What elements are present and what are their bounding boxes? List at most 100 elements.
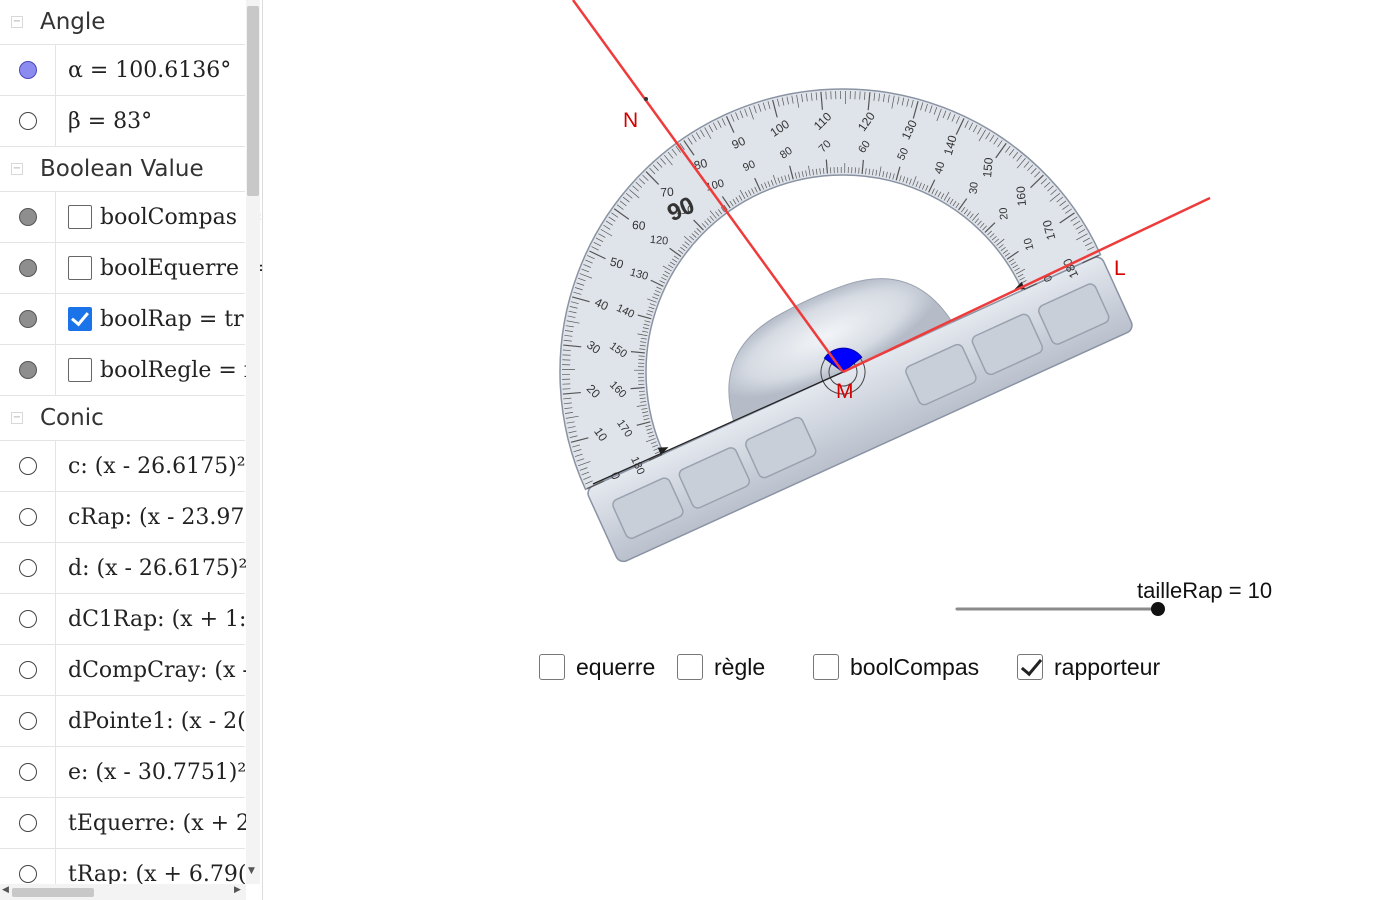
- algebra-row-text[interactable]: dPointe1: (x - 2(: [68, 709, 246, 734]
- algebra-row-boolrap[interactable]: boolRap = tr: [0, 294, 245, 345]
- visibility-dot-icon[interactable]: [18, 814, 37, 832]
- graphics-view[interactable]: 0 180 10 170 20 160 30 150 40 140 50 130 60 120 70 110 8…: [263, 0, 1400, 900]
- visibility-dot-icon[interactable]: [18, 112, 37, 130]
- group-title: Angle: [40, 9, 106, 35]
- checkbox-label[interactable]: rapporteur: [1054, 654, 1160, 681]
- visibility-toggle[interactable]: [0, 543, 56, 593]
- label-m: M: [836, 380, 854, 403]
- bool-checkbox[interactable]: [68, 205, 92, 229]
- visibility-toggle[interactable]: [0, 696, 56, 746]
- algebra-row-text[interactable]: dC1Rap: (x + 1:: [68, 607, 246, 632]
- group-header-conic[interactable]: − Conic: [0, 396, 245, 441]
- algebra-row-conic[interactable]: dCompCray: (x -: [0, 645, 250, 696]
- checkbox-boolcompas[interactable]: boolCompas: [813, 652, 979, 682]
- visibility-dot-icon[interactable]: [18, 361, 37, 379]
- scroll-down-arrow-icon[interactable]: ▼: [248, 866, 255, 876]
- algebra-row-conic[interactable]: c: (x - 26.6175)²: [0, 441, 246, 492]
- group-title: Boolean Value: [40, 156, 204, 182]
- checkbox-label[interactable]: boolCompas: [850, 654, 979, 681]
- visibility-dot-icon[interactable]: [18, 559, 37, 577]
- algebra-row-conic[interactable]: tEquerre: (x + 2: [0, 798, 250, 849]
- checkbox-label[interactable]: equerre: [576, 654, 655, 681]
- algebra-row-conic[interactable]: dC1Rap: (x + 1:: [0, 594, 246, 645]
- visibility-dot-icon[interactable]: [18, 259, 37, 277]
- label-n: N: [623, 109, 638, 132]
- scroll-left-arrow-icon[interactable]: ◀: [2, 885, 9, 895]
- scale-label: 20: [998, 207, 1011, 220]
- visibility-toggle[interactable]: [0, 96, 56, 146]
- algebra-row-text[interactable]: tEquerre: (x + 2: [68, 811, 250, 836]
- algebra-row-text[interactable]: cRap: (x - 23.97: [68, 505, 244, 530]
- algebra-row-boolregle[interactable]: boolRegle = f: [0, 345, 252, 396]
- algebra-row-text[interactable]: boolRap = tr: [100, 307, 244, 332]
- bool-checkbox[interactable]: [68, 358, 92, 382]
- group-header-boolean[interactable]: − Boolean Value: [0, 147, 245, 192]
- algebra-row-text[interactable]: d: (x - 26.6175)²: [68, 556, 247, 581]
- visibility-toggle[interactable]: [0, 645, 56, 695]
- collapse-icon[interactable]: −: [11, 16, 23, 28]
- visibility-dot-icon[interactable]: [18, 763, 37, 781]
- visibility-dot-icon[interactable]: [18, 61, 37, 79]
- algebra-row-beta[interactable]: β = 83°: [0, 96, 245, 147]
- collapse-icon[interactable]: −: [11, 412, 23, 424]
- group-header-angle[interactable]: − Angle: [0, 0, 245, 45]
- visibility-toggle[interactable]: [0, 594, 56, 644]
- algebra-row-boolcompas[interactable]: boolCompas =: [0, 192, 262, 243]
- checkbox-rapporteur[interactable]: rapporteur: [1017, 652, 1160, 682]
- slider-label: tailleRap = 10: [1137, 578, 1273, 603]
- visibility-toggle[interactable]: [0, 45, 56, 95]
- visibility-dot-icon[interactable]: [18, 865, 37, 883]
- visibility-dot-icon[interactable]: [18, 508, 37, 526]
- checkbox-box[interactable]: [1017, 654, 1043, 680]
- visibility-dot-icon[interactable]: [18, 310, 37, 328]
- vertical-scroll-thumb[interactable]: [247, 6, 259, 196]
- visibility-dot-icon[interactable]: [18, 712, 37, 730]
- algebra-row-text[interactable]: β = 83°: [68, 109, 152, 134]
- horizontal-scroll-thumb[interactable]: [12, 888, 94, 897]
- collapse-icon[interactable]: −: [11, 163, 23, 175]
- slider-handle[interactable]: [1151, 602, 1165, 616]
- checkbox-label[interactable]: règle: [714, 654, 765, 681]
- visibility-toggle[interactable]: [0, 747, 56, 797]
- algebra-row-text[interactable]: dCompCray: (x -: [68, 658, 250, 683]
- visibility-dot-icon[interactable]: [18, 208, 37, 226]
- checkbox-box[interactable]: [677, 654, 703, 680]
- bool-checkbox[interactable]: [68, 307, 92, 331]
- algebra-row-conic[interactable]: d: (x - 26.6175)²: [0, 543, 247, 594]
- algebra-row-text[interactable]: boolRegle = f: [100, 358, 252, 383]
- point-n[interactable]: [644, 97, 648, 101]
- visibility-toggle[interactable]: [0, 294, 56, 344]
- algebra-row-text[interactable]: c: (x - 26.6175)²: [68, 454, 246, 479]
- algebra-row-text[interactable]: boolEquerre =: [100, 256, 262, 281]
- visibility-toggle[interactable]: [0, 192, 56, 242]
- visibility-toggle[interactable]: [0, 798, 56, 848]
- scale-label: 160: [1013, 185, 1029, 206]
- group-title: Conic: [40, 405, 104, 431]
- algebra-row-text[interactable]: e: (x - 30.7751)²: [68, 760, 246, 785]
- algebra-row-boolequerre[interactable]: boolEquerre =: [0, 243, 262, 294]
- algebra-view: − Angle α = 100.6136° β = 83° − Boolean …: [0, 0, 263, 900]
- scroll-right-arrow-icon[interactable]: ▶: [234, 885, 241, 895]
- checkbox-box[interactable]: [539, 654, 565, 680]
- algebra-row-conic[interactable]: e: (x - 30.7751)²: [0, 747, 246, 798]
- visibility-dot-icon[interactable]: [18, 457, 37, 475]
- visibility-toggle[interactable]: [0, 441, 56, 491]
- algebra-row-text[interactable]: boolCompas =: [100, 205, 262, 230]
- scale-label: 70: [660, 185, 675, 200]
- geometry-canvas[interactable]: 0 18010 17020 16030 15040 1405013060120701108…: [263, 0, 1400, 900]
- algebra-row-conic[interactable]: cRap: (x - 23.97: [0, 492, 245, 543]
- visibility-toggle[interactable]: [0, 345, 56, 395]
- algebra-row-alpha[interactable]: α = 100.6136°: [0, 45, 245, 96]
- visibility-dot-icon[interactable]: [18, 610, 37, 628]
- algebra-row-text[interactable]: tRap: (x + 6.79(: [68, 862, 247, 887]
- bool-checkbox[interactable]: [68, 256, 92, 280]
- visibility-toggle[interactable]: [0, 243, 56, 293]
- algebra-row-conic[interactable]: dPointe1: (x - 2(: [0, 696, 246, 747]
- visibility-toggle[interactable]: [0, 492, 56, 542]
- checkbox-regle[interactable]: règle: [677, 652, 765, 682]
- algebra-row-text[interactable]: α = 100.6136°: [68, 58, 231, 83]
- visibility-dot-icon[interactable]: [18, 661, 37, 679]
- checkbox-equerre[interactable]: equerre: [539, 652, 655, 682]
- checkbox-box[interactable]: [813, 654, 839, 680]
- scale-label: 120: [649, 234, 668, 248]
